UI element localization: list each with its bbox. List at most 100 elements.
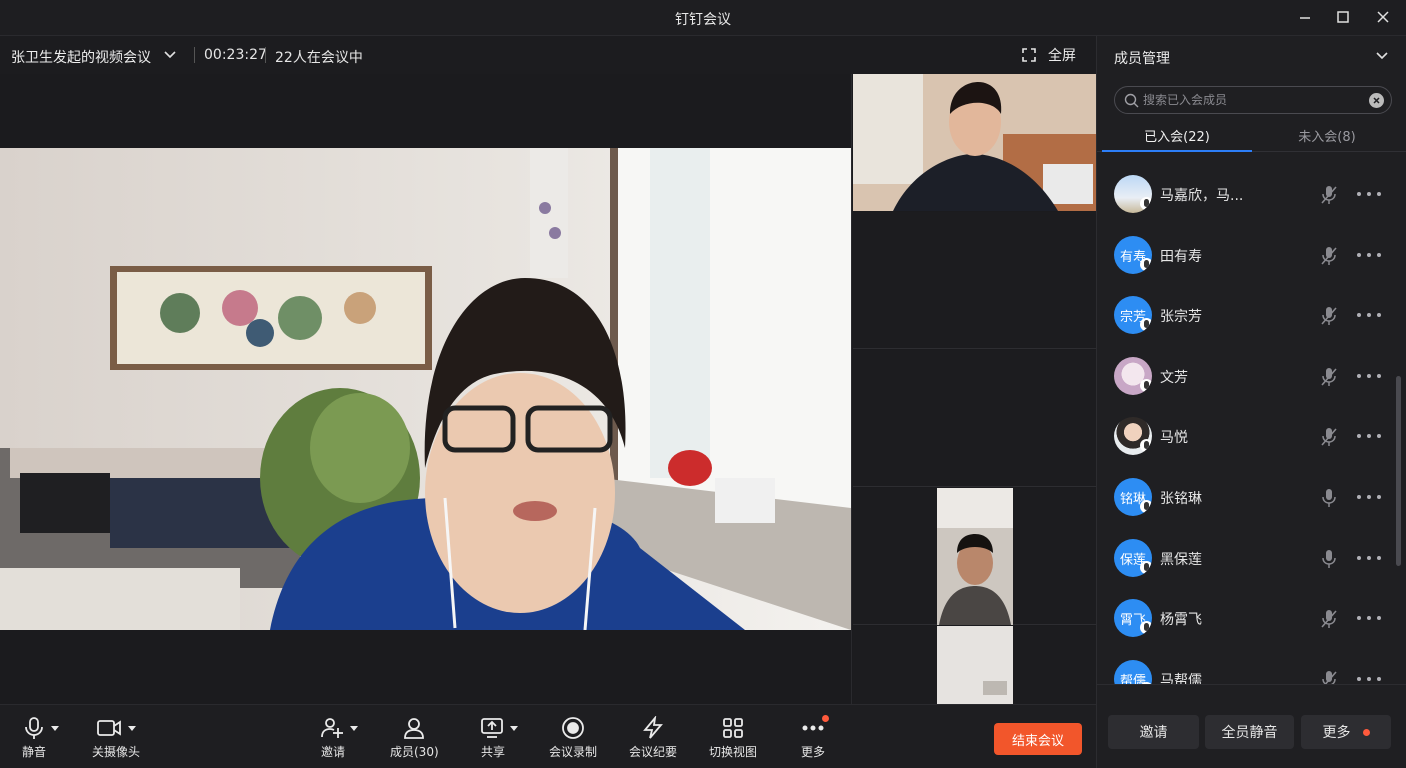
- member-name: 杨霄飞: [1160, 612, 1202, 628]
- mute-all-button[interactable]: 全员静音: [1205, 715, 1294, 749]
- close-icon: [1377, 11, 1389, 23]
- microphone-muted-icon[interactable]: [1319, 608, 1339, 630]
- role-badge-icon: [1140, 318, 1152, 331]
- microphone-muted-icon[interactable]: [1319, 245, 1339, 267]
- maximize-button[interactable]: [1326, 4, 1360, 30]
- chevron-down-icon[interactable]: [510, 725, 518, 731]
- minutes-label: 会议纪要: [629, 745, 678, 759]
- invite-label: 邀请: [320, 745, 345, 759]
- close-button[interactable]: [1366, 4, 1400, 30]
- member-search: [1114, 86, 1392, 114]
- member-row[interactable]: 霄飞 杨霄飞: [1097, 588, 1393, 648]
- notification-dot: [822, 715, 829, 722]
- main-video[interactable]: [0, 148, 851, 630]
- thumbnail-video[interactable]: [853, 74, 1096, 211]
- avatar: 宗芳: [1114, 296, 1152, 334]
- thumbnail-video[interactable]: [853, 488, 1096, 625]
- invite-button[interactable]: 邀请: [320, 715, 358, 760]
- panel-title: 成员管理: [1114, 51, 1170, 67]
- fullscreen-button[interactable]: 全屏: [1022, 44, 1076, 66]
- role-badge-icon: [1140, 500, 1152, 513]
- minimize-button[interactable]: [1288, 4, 1322, 30]
- member-row[interactable]: 铭琳 张铭琳: [1097, 467, 1393, 527]
- camera-button[interactable]: 关摄像头: [92, 715, 140, 760]
- avatar: 霄飞: [1114, 599, 1152, 637]
- search-input[interactable]: [1143, 91, 1363, 109]
- record-button[interactable]: 会议录制: [549, 715, 597, 760]
- more-dots-icon[interactable]: [1357, 305, 1381, 325]
- members-button[interactable]: 成员(30): [390, 715, 439, 760]
- more-dots-icon[interactable]: [1357, 608, 1381, 628]
- more-dots-icon[interactable]: [1357, 548, 1381, 568]
- member-name: 张铭琳: [1160, 491, 1202, 507]
- microphone-muted-icon[interactable]: [1319, 184, 1339, 206]
- thumbnail-empty[interactable]: [853, 350, 1096, 487]
- microphone-muted-icon[interactable]: [1319, 366, 1339, 388]
- chevron-down-icon[interactable]: [1374, 48, 1390, 64]
- role-badge-icon: [1140, 621, 1152, 634]
- member-row[interactable]: 马嘉欣，马...: [1097, 164, 1393, 224]
- mute-button[interactable]: 静音: [22, 715, 60, 760]
- more-button[interactable]: 更多: [801, 715, 825, 760]
- fullscreen-icon: [1022, 48, 1036, 62]
- tab-indicator: [1102, 150, 1252, 152]
- avatar: 保莲: [1114, 539, 1152, 577]
- panel-more-button[interactable]: 更多: [1301, 715, 1391, 749]
- main-video-frame: [0, 148, 851, 630]
- microphone-muted-icon[interactable]: [1319, 669, 1339, 684]
- microphone-muted-icon[interactable]: [1319, 305, 1339, 327]
- avatar: [1114, 175, 1152, 213]
- role-badge-icon: [1140, 561, 1152, 574]
- title-bar: 钉钉会议: [0, 0, 1406, 36]
- role-badge-icon: [1140, 439, 1152, 452]
- chevron-down-icon[interactable]: [51, 725, 59, 731]
- chevron-down-icon[interactable]: [128, 725, 136, 731]
- thumbnail-frame: [937, 488, 1013, 625]
- chevron-down-icon[interactable]: [160, 46, 180, 64]
- more-dots-icon[interactable]: [1357, 669, 1381, 684]
- member-name: 马悦: [1160, 430, 1188, 446]
- member-row[interactable]: 马悦: [1097, 406, 1393, 466]
- member-tabs: 已入会(22) 未入会(8): [1097, 122, 1406, 152]
- more-dots-icon[interactable]: [1357, 487, 1381, 507]
- member-list-scrollbar[interactable]: [1396, 376, 1401, 566]
- thumbnail-video[interactable]: [853, 626, 1096, 704]
- thumbnail-empty[interactable]: [853, 212, 1096, 349]
- clear-icon[interactable]: [1369, 93, 1384, 108]
- avatar-text: 帮儒: [1119, 673, 1146, 685]
- more-dots-icon[interactable]: [1357, 184, 1381, 204]
- member-row[interactable]: 宗芳 张宗芳: [1097, 285, 1393, 345]
- share-icon: [481, 718, 503, 738]
- member-row[interactable]: 文芳: [1097, 346, 1393, 406]
- microphone-icon[interactable]: [1319, 487, 1339, 509]
- microphone-icon[interactable]: [1319, 548, 1339, 570]
- avatar: 有寿: [1114, 236, 1152, 274]
- camera-label: 关摄像头: [92, 745, 141, 759]
- window-title: 钉钉会议: [675, 12, 731, 28]
- chevron-down-icon[interactable]: [350, 725, 358, 731]
- member-name: 文芳: [1160, 370, 1188, 386]
- meeting-info-bar: 张卫生发起的视频会议 00:23:27 22人在会议中 全屏: [0, 36, 1096, 74]
- tab-not-joined[interactable]: 未入会(8): [1252, 126, 1402, 145]
- member-row[interactable]: 有寿 田有寿: [1097, 225, 1393, 285]
- share-label: 共享: [480, 745, 505, 759]
- member-row[interactable]: 帮儒 马帮儒: [1097, 649, 1393, 684]
- more-dots-icon[interactable]: [1357, 245, 1381, 265]
- fullscreen-label: 全屏: [1048, 48, 1076, 64]
- minutes-icon: [643, 716, 663, 739]
- member-name: 黑保莲: [1160, 552, 1202, 568]
- microphone-icon: [25, 717, 43, 739]
- notification-dot: [1362, 728, 1370, 736]
- switch-view-button[interactable]: 切换视图: [709, 715, 757, 760]
- minutes-button[interactable]: 会议纪要: [629, 715, 677, 760]
- member-name: 田有寿: [1160, 249, 1202, 265]
- more-label: 更多: [801, 745, 826, 759]
- end-meeting-button[interactable]: 结束会议: [994, 723, 1082, 755]
- tab-joined[interactable]: 已入会(22): [1102, 126, 1252, 145]
- panel-invite-button[interactable]: 邀请: [1108, 715, 1199, 749]
- member-row[interactable]: 保莲 黑保莲: [1097, 528, 1393, 588]
- share-button[interactable]: 共享: [480, 715, 518, 760]
- more-dots-icon[interactable]: [1357, 366, 1381, 386]
- more-dots-icon[interactable]: [1357, 426, 1381, 446]
- microphone-muted-icon[interactable]: [1319, 426, 1339, 448]
